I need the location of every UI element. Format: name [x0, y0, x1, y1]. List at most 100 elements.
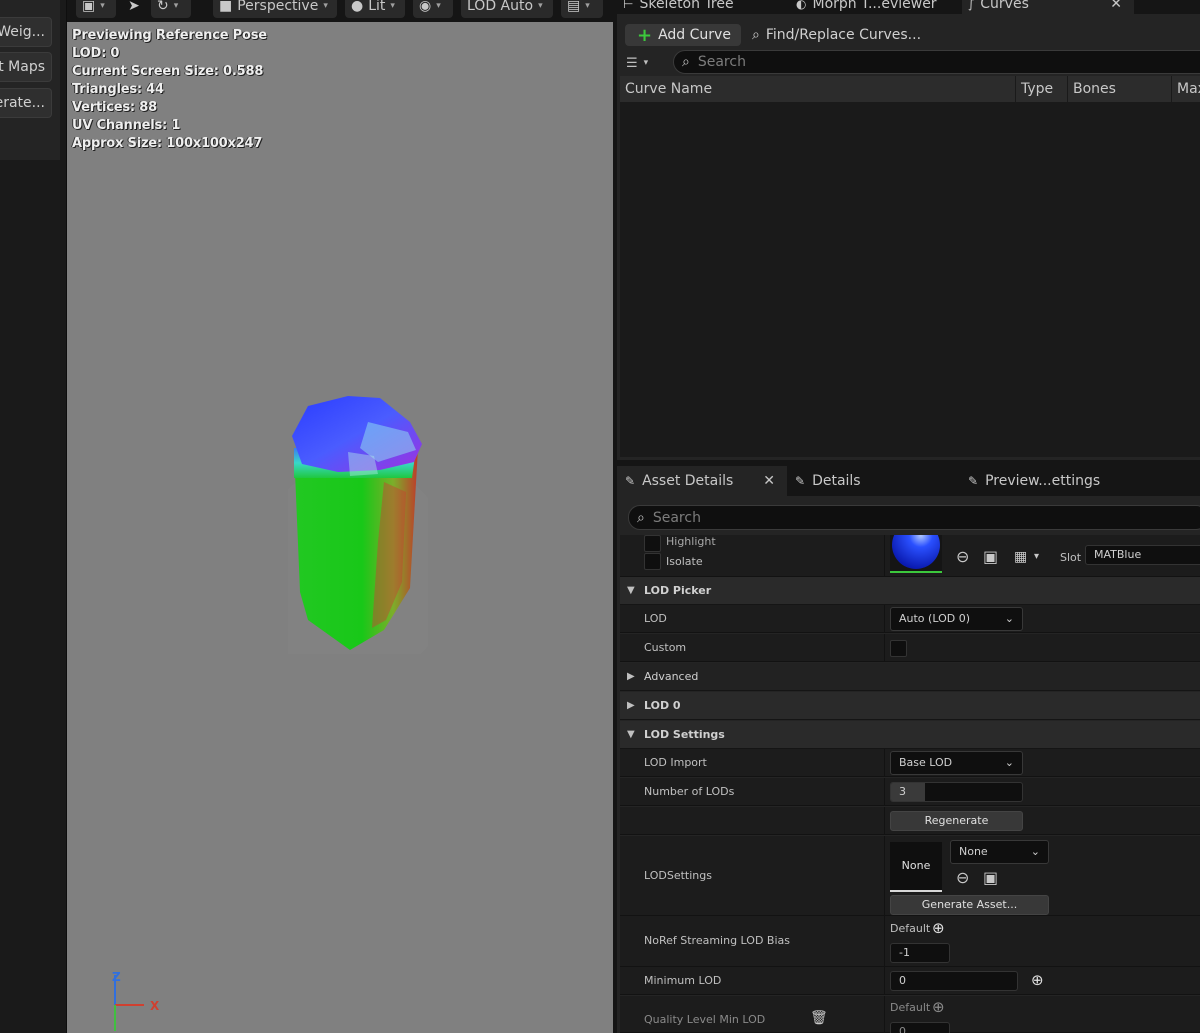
column-curve-name[interactable]: Curve Name [620, 76, 1016, 103]
weights-button[interactable]: Weig... [0, 17, 52, 47]
curve-table-header: Curve Name Type Bones Max [620, 76, 1200, 103]
column-divider [884, 967, 885, 994]
browse-icon[interactable]: ▣ [983, 870, 998, 886]
lod-picker-section[interactable]: ▼ LOD Picker [620, 577, 1200, 605]
search-icon: ⌕ [637, 509, 645, 526]
generate-button[interactable]: nerate... [0, 88, 52, 118]
trash-icon[interactable]: 🗑 [810, 1010, 828, 1026]
lodsettings-label: LODSettings [644, 869, 712, 882]
lod-menu[interactable]: LOD Auto ▾ [461, 0, 553, 18]
axis-z-label: Z [112, 970, 121, 984]
tab-skeleton-tree[interactable]: ⊢ Skeleton Tree [623, 0, 734, 14]
noref-row: NoRef Streaming LOD Bias Default ⊕ -1 [620, 916, 1200, 967]
highlight-checkbox[interactable] [644, 535, 661, 552]
add-curve-button[interactable]: + Add Curve [625, 24, 741, 46]
search-icon: ⌕ [752, 27, 760, 43]
collapsed-arrow-icon: ▶ [627, 700, 635, 711]
pencil-icon: ✎ [795, 474, 806, 488]
lod-settings-title: LOD Settings [644, 728, 725, 741]
details-tabbar: ✎ Asset Details ✕ ✎ Details ✎ Preview...… [617, 466, 1200, 496]
stats-screen-size: Current Screen Size: 0.588 [72, 64, 264, 79]
lod-settings-section[interactable]: ▼ LOD Settings [620, 721, 1200, 749]
num-lods-value: 3 [899, 785, 906, 798]
mesh-preview [288, 396, 428, 654]
close-icon[interactable]: ✕ [763, 473, 775, 489]
curves-search-input[interactable]: ⌕ Search [673, 50, 1200, 74]
isolate-label: Isolate [666, 555, 703, 568]
filter-icon: ☰ [626, 55, 638, 71]
chevron-down-icon: ▾ [390, 1, 395, 11]
lodsettings-select[interactable]: None ⌄ [950, 840, 1049, 864]
close-icon[interactable]: ✕ [1110, 0, 1122, 12]
paint-maps-button[interactable]: nt Maps [0, 52, 52, 82]
chevron-down-icon: ▾ [436, 1, 441, 11]
cursor-button[interactable]: ➤ [122, 0, 146, 18]
show-menu[interactable]: ◉ ▾ [413, 0, 453, 18]
axis-gizmo: Z X [112, 970, 160, 1031]
add-override-icon[interactable]: ⊕ [932, 920, 945, 936]
tab-preview-settings[interactable]: ✎ Preview...ettings [968, 466, 1100, 496]
details-search-placeholder: Search [652, 509, 701, 526]
material-sphere-icon [892, 521, 940, 569]
find-replace-button[interactable]: ⌕ Find/Replace Curves... [752, 24, 921, 46]
column-divider [884, 749, 885, 776]
isolate-checkbox[interactable] [644, 553, 661, 570]
column-type[interactable]: Type [1016, 76, 1068, 103]
generate-asset-button[interactable]: Generate Asset... [890, 895, 1049, 915]
rotate-button[interactable]: ↻ ▾ [151, 0, 191, 18]
quality-min-lod-field[interactable]: 0 [890, 1022, 950, 1033]
lod-select[interactable]: Auto (LOD 0) ⌄ [890, 607, 1023, 631]
chevron-down-icon[interactable]: ▾ [1034, 549, 1039, 565]
custom-row: Custom [620, 634, 1200, 662]
curve-list[interactable] [620, 103, 1200, 457]
noref-default-label: Default [890, 922, 931, 935]
column-bones[interactable]: Bones [1068, 76, 1172, 103]
add-override-icon[interactable]: ⊕ [1031, 972, 1044, 988]
chevron-down-icon: ▾ [538, 1, 543, 11]
lodsettings-thumbnail[interactable]: None [890, 842, 942, 892]
tab-curves[interactable]: ∫ Curves ✕ [962, 0, 1134, 14]
add-override-icon[interactable]: ⊕ [932, 999, 945, 1015]
min-lod-field[interactable]: 0 [890, 971, 1018, 991]
add-curve-label: Add Curve [658, 27, 731, 43]
quality-min-lod-row: Quality Level Min LOD 🗑 Default ⊕ 0 [620, 996, 1200, 1033]
tab-morph-viewer[interactable]: ◐ Morph T...eviewer [796, 0, 937, 14]
details-search-input[interactable]: ⌕ Search [628, 505, 1200, 530]
regenerate-button[interactable]: Regenerate [890, 811, 1023, 831]
lit-menu[interactable]: ● Lit ▾ [345, 0, 405, 18]
num-lods-slider[interactable]: 3 [890, 782, 1023, 802]
filter-button[interactable]: ☰ ▾ [626, 54, 662, 72]
column-max[interactable]: Max [1172, 76, 1200, 103]
lod-row: LOD Auto (LOD 0) ⌄ [620, 605, 1200, 633]
checker-icon[interactable]: ▦ [1014, 549, 1027, 565]
tab-skeleton-tree-label: Skeleton Tree [639, 0, 734, 12]
advanced-section[interactable]: ▶ Advanced [620, 663, 1200, 691]
expanded-arrow-icon: ▼ [627, 585, 635, 596]
noref-field[interactable]: -1 [890, 943, 950, 963]
left-sidebar: Weig... nt Maps nerate... [0, 0, 67, 1033]
custom-label: Custom [644, 641, 687, 654]
custom-checkbox[interactable] [890, 640, 907, 657]
tab-details[interactable]: ✎ Details [795, 466, 861, 496]
chevron-down-icon: ▾ [585, 1, 590, 11]
lod-import-select[interactable]: Base LOD ⌄ [890, 751, 1023, 775]
slot-name-field[interactable]: MATBlue [1085, 545, 1200, 565]
select-mode-button[interactable]: ▣ ▾ [76, 0, 116, 18]
lodsettings-row: LODSettings None None ⌄ ⊖ ▣ Generate Ass… [620, 836, 1200, 916]
lod0-section[interactable]: ▶ LOD 0 [620, 692, 1200, 720]
tab-asset-details[interactable]: ✎ Asset Details ✕ [617, 466, 787, 496]
quality-default-label: Default [890, 1001, 931, 1014]
regenerate-row: Regenerate [620, 807, 1200, 835]
perspective-menu[interactable]: ■ Perspective ▾ [213, 0, 337, 18]
chevron-down-icon: ⌄ [1030, 845, 1040, 858]
chevron-down-icon: ⌄ [1004, 612, 1014, 625]
stats-triangles: Triangles: 44 [72, 82, 164, 97]
image-icon: ▤ [567, 0, 581, 14]
use-selected-icon[interactable]: ⊖ [956, 870, 969, 886]
screenshot-menu[interactable]: ▤ ▾ [561, 0, 603, 18]
browse-icon[interactable]: ▣ [983, 549, 998, 565]
camera-icon: ■ [219, 0, 233, 14]
num-lods-label: Number of LODs [644, 785, 735, 798]
material-thumbnail[interactable] [890, 521, 942, 573]
use-selected-icon[interactable]: ⊖ [956, 549, 969, 565]
